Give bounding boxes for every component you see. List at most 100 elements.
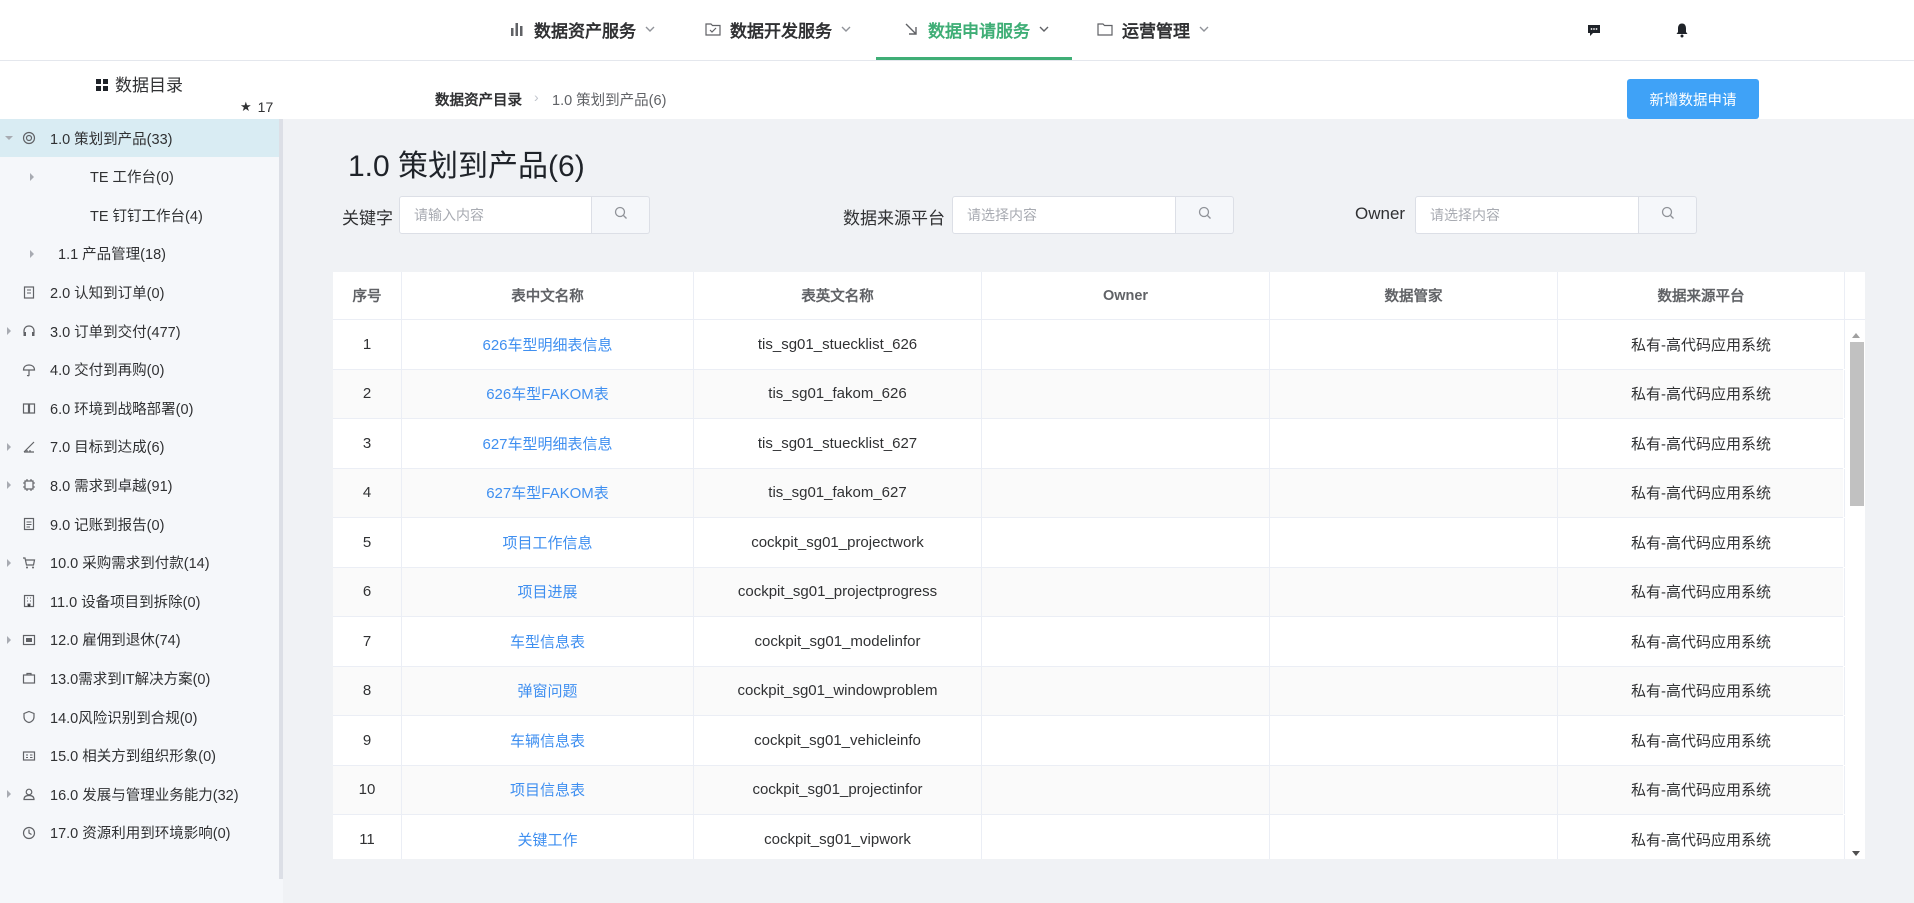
scroll-down-icon[interactable] <box>1851 845 1861 856</box>
tree-item[interactable]: 10.0 采购需求到付款(14) <box>0 544 279 582</box>
table-row[interactable]: 9 车辆信息表 cockpit_sg01_vehicleinfo 私有-高代码应用系统 <box>333 716 1845 766</box>
cell-en-name: cockpit_sg01_windowproblem <box>694 666 982 715</box>
sidebar-header: 数据目录 ★ 17 <box>0 61 283 118</box>
tree-item[interactable]: 4.0 交付到再购(0) <box>0 351 279 389</box>
owner-select[interactable]: 请选择内容 <box>1415 196 1639 234</box>
caret-right-icon[interactable] <box>4 326 14 336</box>
tree-item-label: 12.0 雇佣到退休(74) <box>50 633 181 650</box>
caret-right-icon[interactable] <box>4 442 14 452</box>
cell-platform: 私有-高代码应用系统 <box>1558 716 1845 765</box>
cell-index: 2 <box>333 369 402 418</box>
scroll-thumb[interactable] <box>1850 342 1864 506</box>
favorites-count[interactable]: ★ 17 <box>240 99 273 115</box>
caret-down-icon[interactable] <box>4 133 14 143</box>
tree-item-label: 13.0需求到IT解决方案(0) <box>50 671 211 688</box>
cell-cn-name[interactable]: 弹窗问题 <box>402 666 694 715</box>
bell-icon[interactable] <box>1674 22 1690 38</box>
tree-item[interactable]: 6.0 环境到战略部署(0) <box>0 389 279 427</box>
tree-item[interactable]: 1.1 产品管理(18) <box>0 235 279 273</box>
cell-platform: 私有-高代码应用系统 <box>1558 369 1845 418</box>
nav-item-data-asset[interactable]: 数据资产服务 <box>508 0 656 58</box>
caret-right-icon[interactable] <box>4 635 14 645</box>
cell-cn-name[interactable]: 626车型FAKOM表 <box>402 369 694 418</box>
table-row[interactable]: 4 627车型FAKOM表 tis_sg01_fakom_627 私有-高代码应用系统 <box>333 468 1845 518</box>
tree-item[interactable]: 11.0 设备项目到拆除(0) <box>0 582 279 620</box>
tree-item[interactable]: 16.0 发展与管理业务能力(32) <box>0 775 279 813</box>
message-icon[interactable] <box>1586 22 1602 38</box>
caret-right-icon[interactable] <box>4 558 14 568</box>
caret-right-icon[interactable] <box>27 249 37 259</box>
sidebar-title: 数据目录 <box>95 71 183 96</box>
cell-steward <box>1270 567 1558 616</box>
keyword-input[interactable]: 请输入内容 <box>399 196 592 234</box>
nav-item-data-request[interactable]: 数据申请服务 <box>902 0 1050 58</box>
tree-item[interactable]: 2.0 认知到订单(0) <box>0 273 279 311</box>
caret-right-icon[interactable] <box>4 789 14 799</box>
cell-index: 6 <box>333 567 402 616</box>
cell-cn-name[interactable]: 项目工作信息 <box>402 518 694 567</box>
tree-item-label: 11.0 设备项目到拆除(0) <box>50 594 201 611</box>
cell-cn-name[interactable]: 项目信息表 <box>402 765 694 814</box>
scroll-up-icon[interactable] <box>1851 326 1861 338</box>
headset-icon <box>22 324 36 338</box>
nav-item-data-dev[interactable]: 数据开发服务 <box>704 0 852 58</box>
table-row[interactable]: 3 627车型明细表信息 tis_sg01_stuecklist_627 私有-高代码… <box>333 419 1845 469</box>
cell-cn-name[interactable]: 项目进展 <box>402 567 694 616</box>
table-row[interactable]: 5 项目工作信息 cockpit_sg01_projectwork 私有-高代码应用系… <box>333 518 1845 568</box>
tree-item[interactable]: TE 钉钉工作台(4) <box>0 196 279 234</box>
tree-item-label: 3.0 订单到交付(477) <box>50 324 181 341</box>
chevron-down-icon <box>840 23 852 35</box>
cell-owner <box>982 666 1270 715</box>
caret-right-icon[interactable] <box>27 172 37 182</box>
active-nav-underline <box>876 57 1072 60</box>
new-data-request-button[interactable]: 新增数据申请 <box>1627 79 1759 119</box>
table-row[interactable]: 7 车型信息表 cockpit_sg01_modelinfor 私有-高代码应用系统 <box>333 617 1845 667</box>
tree-item[interactable]: 9.0 记账到报告(0) <box>0 505 279 543</box>
tree-item[interactable]: 3.0 订单到交付(477) <box>0 312 279 350</box>
cell-cn-name[interactable]: 车辆信息表 <box>402 716 694 765</box>
tree-item[interactable]: 8.0 需求到卓越(91) <box>0 466 279 504</box>
table-scrollbar[interactable] <box>1845 320 1865 859</box>
platform-placeholder: 请选择内容 <box>967 207 1037 223</box>
owner-search-button[interactable] <box>1639 196 1697 234</box>
tree-item[interactable]: TE 工作台(0) <box>0 158 279 196</box>
tree-item[interactable]: 12.0 雇佣到退休(74) <box>0 621 279 659</box>
picture-icon <box>22 633 36 647</box>
cell-steward <box>1270 716 1558 765</box>
platform-search-button[interactable] <box>1176 196 1234 234</box>
clipboard-icon <box>22 285 36 299</box>
table-row[interactable]: 8 弹窗问题 cockpit_sg01_windowproblem 私有-高代码应用系… <box>333 666 1845 716</box>
bar-chart-icon <box>508 20 526 38</box>
tree-item[interactable]: 15.0 相关方到组织形象(0) <box>0 737 279 775</box>
tree-item[interactable]: 1.0 策划到产品(33) <box>0 119 279 157</box>
breadcrumb-bar: 数据资产目录 › 1.0 策划到产品(6) 新增数据申请 <box>283 61 1914 119</box>
cell-cn-name[interactable]: 626车型明细表信息 <box>402 320 694 369</box>
cell-cn-name[interactable]: 关键工作 <box>402 815 694 859</box>
cell-owner <box>982 419 1270 468</box>
table-row[interactable]: 11 关键工作 cockpit_sg01_vipwork 私有-高代码应用系统 <box>333 815 1845 859</box>
cell-cn-name[interactable]: 627车型明细表信息 <box>402 419 694 468</box>
tree-item[interactable]: 17.0 资源利用到环境影响(0) <box>0 814 279 852</box>
folder-icon <box>1096 20 1114 38</box>
tree-item[interactable]: 13.0需求到IT解决方案(0) <box>0 659 279 697</box>
nav-item-operations[interactable]: 运营管理 <box>1096 0 1210 58</box>
keyword-search-button[interactable] <box>592 196 650 234</box>
tree-item-label: 1.1 产品管理(18) <box>58 247 166 264</box>
tree-item-label: 10.0 采购需求到付款(14) <box>50 556 210 573</box>
breadcrumb-root[interactable]: 数据资产目录 <box>435 89 522 110</box>
tree-item[interactable]: 7.0 目标到达成(6) <box>0 428 279 466</box>
cell-platform: 私有-高代码应用系统 <box>1558 320 1845 369</box>
book-icon <box>22 401 36 415</box>
column-header-steward: 数据管家 <box>1270 272 1558 320</box>
table-row[interactable]: 6 项目进展 cockpit_sg01_projectprogress 私有-高代码应… <box>333 567 1845 617</box>
caret-right-icon[interactable] <box>4 480 14 490</box>
table-row[interactable]: 10 项目信息表 cockpit_sg01_projectinfor 私有-高代码应用… <box>333 765 1845 815</box>
table-row[interactable]: 1 626车型明细表信息 tis_sg01_stuecklist_626 私有-高代码… <box>333 320 1845 370</box>
tree-item[interactable]: 14.0风险识别到合规(0) <box>0 698 279 736</box>
cell-cn-name[interactable]: 627车型FAKOM表 <box>402 468 694 517</box>
table-row[interactable]: 2 626车型FAKOM表 tis_sg01_fakom_626 私有-高代码应用系统 <box>333 369 1845 419</box>
tree-item-label: 2.0 认知到订单(0) <box>50 285 165 302</box>
platform-select[interactable]: 请选择内容 <box>952 196 1176 234</box>
cell-cn-name[interactable]: 车型信息表 <box>402 617 694 666</box>
cell-en-name: tis_sg01_stuecklist_627 <box>694 419 982 468</box>
